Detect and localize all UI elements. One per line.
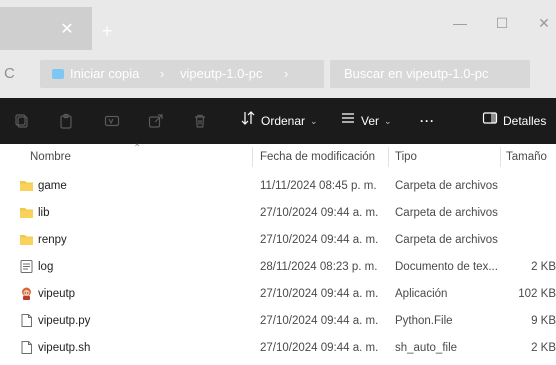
file-type: Documento de tex... <box>395 261 498 273</box>
column-header-name[interactable]: Nombre <box>30 144 71 170</box>
breadcrumb-item-iniciar-copia[interactable]: Iniciar copia <box>70 60 139 88</box>
tab-close-icon[interactable]: ✕ <box>58 21 76 39</box>
table-row[interactable]: vipeutp.sh 27/10/2024 09:44 a. m. sh_aut… <box>0 336 556 360</box>
table-row[interactable]: game 11/11/2024 08:45 p. m. Carpeta de a… <box>0 174 556 198</box>
table-row[interactable]: renpy 27/10/2024 09:44 a. m. Carpeta de … <box>0 228 556 252</box>
file-date: 27/10/2024 09:44 a. m. <box>260 207 379 219</box>
maximize-icon[interactable]: ☐ <box>488 12 516 34</box>
file-size: 2 KB <box>531 261 556 273</box>
file-type: sh_auto_file <box>395 342 458 354</box>
view-label: Ver <box>361 114 380 128</box>
details-button[interactable]: Detalles <box>482 110 546 132</box>
rename-icon[interactable] <box>104 113 120 129</box>
file-name: vipeutp.py <box>38 315 91 327</box>
table-row[interactable]: vipeutp.py 27/10/2024 09:44 a. m. Python… <box>0 309 556 333</box>
search-input[interactable]: Buscar en vipeutp-1.0-pc <box>344 60 489 88</box>
delete-icon[interactable] <box>192 113 208 129</box>
file-size <box>510 201 556 225</box>
file-size <box>510 174 556 198</box>
column-divider[interactable] <box>252 147 253 167</box>
new-tab-icon[interactable]: + <box>98 22 116 40</box>
command-bar: Ordenar ⌄ Ver ⌄ ··· Detalles <box>0 98 556 144</box>
close-icon[interactable]: ✕ <box>530 12 556 34</box>
file-type: Carpeta de archivos <box>395 207 498 219</box>
column-divider[interactable] <box>500 147 501 167</box>
file-icon <box>19 340 34 355</box>
table-row[interactable]: log 28/11/2024 08:23 p. m. Documento de … <box>0 255 556 279</box>
file-name: lib <box>38 207 50 219</box>
file-date: 27/10/2024 09:44 a. m. <box>260 315 379 327</box>
file-name: vipeutp.sh <box>38 342 91 354</box>
breadcrumb-separator-icon[interactable]: › <box>284 60 288 88</box>
view-button[interactable]: Ver ⌄ <box>340 110 392 132</box>
address-bar-row: C Iniciar copia › vipeutp-1.0-pc › Busca… <box>0 50 556 98</box>
details-pane-icon <box>482 110 498 133</box>
view-icon <box>340 110 356 133</box>
more-icon: ··· <box>420 114 435 128</box>
refresh-icon[interactable]: C <box>4 63 22 85</box>
application-icon <box>19 286 34 301</box>
file-size: 102 KB <box>518 288 556 300</box>
table-row[interactable]: lib 27/10/2024 09:44 a. m. Carpeta de ar… <box>0 201 556 225</box>
search-box[interactable]: Buscar en vipeutp-1.0-pc <box>330 60 530 88</box>
copy-icon[interactable] <box>14 113 30 129</box>
file-icon <box>19 313 34 328</box>
folder-icon <box>19 205 34 220</box>
file-date: 27/10/2024 09:44 a. m. <box>260 342 379 354</box>
file-name: log <box>38 261 54 273</box>
title-bar: ✕ + — ☐ ✕ <box>0 0 556 50</box>
breadcrumb-item-vipeutp[interactable]: vipeutp-1.0-pc <box>180 60 262 88</box>
file-size <box>510 228 556 252</box>
column-header-size[interactable]: Tamaño <box>506 144 547 170</box>
more-options-button[interactable]: ··· <box>420 110 435 132</box>
file-name: renpy <box>38 234 67 246</box>
file-name: vipeutp <box>38 288 76 300</box>
sort-label: Ordenar <box>261 114 306 128</box>
file-date: 27/10/2024 09:44 a. m. <box>260 288 379 300</box>
column-divider[interactable] <box>388 147 389 167</box>
folder-location-icon <box>52 69 64 79</box>
folder-icon <box>19 178 34 193</box>
sort-button[interactable]: Ordenar ⌄ <box>240 110 318 132</box>
chevron-down-icon: ⌄ <box>384 116 392 126</box>
column-header-date[interactable]: Fecha de modificación <box>260 144 375 170</box>
active-tab[interactable]: ✕ <box>0 7 92 50</box>
breadcrumb-separator-icon[interactable]: › <box>160 60 164 88</box>
breadcrumb[interactable]: Iniciar copia › vipeutp-1.0-pc › <box>40 60 324 88</box>
table-row[interactable]: vipeutp 27/10/2024 09:44 a. m. Aplicació… <box>0 282 556 306</box>
column-header-type[interactable]: Tipo <box>395 144 417 170</box>
file-type: Carpeta de archivos <box>395 180 498 192</box>
file-type: Python.File <box>395 315 453 327</box>
file-size: 2 KB <box>531 342 556 354</box>
folder-icon <box>19 232 34 247</box>
sort-icon <box>240 110 256 133</box>
file-date: 27/10/2024 09:44 a. m. <box>260 234 379 246</box>
details-label: Detalles <box>503 114 547 128</box>
minimize-icon[interactable]: — <box>446 12 474 34</box>
file-type: Carpeta de archivos <box>395 234 498 246</box>
file-type: Aplicación <box>395 288 448 300</box>
file-date: 28/11/2024 08:23 p. m. <box>260 261 378 273</box>
text-document-icon <box>19 259 34 274</box>
share-icon[interactable] <box>148 113 164 129</box>
file-name: game <box>38 180 67 192</box>
paste-icon[interactable] <box>58 113 74 129</box>
chevron-down-icon: ⌄ <box>310 116 318 126</box>
column-header-row: Nombre ⌃ Fecha de modificación Tipo Tama… <box>0 143 556 170</box>
sort-ascending-icon: ⌃ <box>133 143 142 154</box>
file-size: 9 KB <box>531 315 556 327</box>
file-date: 11/11/2024 08:45 p. m. <box>260 180 377 192</box>
